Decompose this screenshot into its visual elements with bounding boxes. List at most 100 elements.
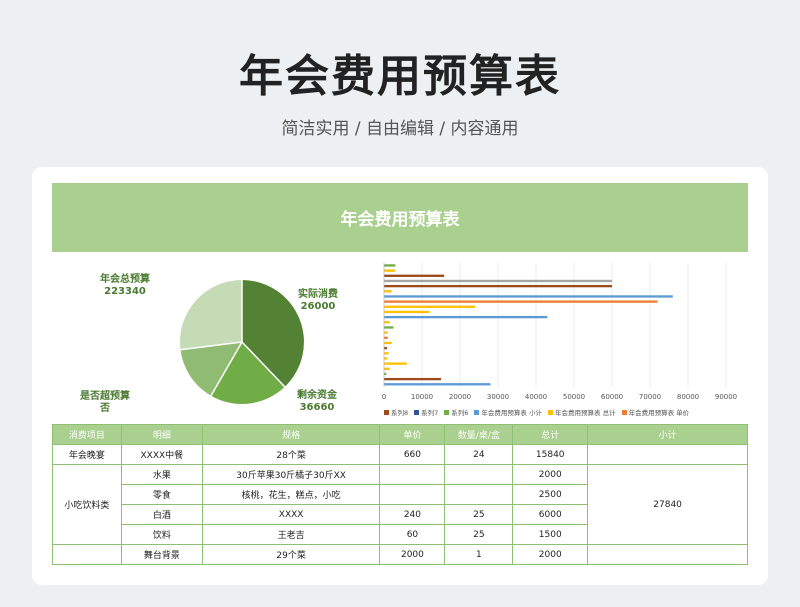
cell-price[interactable]: 660 [379, 444, 446, 465]
cell-price[interactable]: 240 [379, 504, 446, 525]
cell-price[interactable]: 2000 [379, 544, 446, 565]
cell-spec[interactable]: 30斤苹果30斤橘子30斤XX [201, 464, 381, 485]
legend-swatch [384, 409, 389, 415]
bar [384, 383, 491, 386]
cell-spec[interactable]: 28个菜 [201, 444, 381, 465]
bar [384, 295, 673, 298]
legend-swatch [474, 409, 480, 415]
x-tick-label: 40000 [525, 393, 547, 401]
cell-spec[interactable]: 29个菜 [201, 544, 381, 565]
cell-detail[interactable]: 零食 [120, 484, 203, 505]
cell-detail[interactable]: 白酒 [120, 504, 203, 525]
bar [384, 367, 390, 370]
bar-chart-legend: 系列8 系列7 系列6 年会费用预算表 小计 年会费用预算表 总计 年会费用预算表 单价 [384, 406, 754, 418]
cell-price[interactable] [379, 484, 446, 505]
cell-detail[interactable]: 水果 [120, 464, 203, 485]
sheet-card: 年会费用预算表 年会总预算 223340 实际消费 26000 剩余资金 36660 … [32, 167, 768, 585]
bar [384, 336, 388, 339]
bar [384, 310, 430, 314]
cell-spec[interactable]: 王老吉 [201, 524, 381, 545]
bar-chart-area: 0 10000 20000 30000 40000 50000 60000 70000 8000… [350, 259, 750, 419]
bar [384, 315, 548, 319]
legend-item: 系列6 [444, 407, 468, 417]
cell-item[interactable]: 小吃饮料类 [52, 464, 122, 545]
legend-item: 年会费用预算表 单价 [621, 407, 690, 417]
budget-table: 消费项目 明细 规格 单价 数量/桌/盒 总计 小计 年会晚宴 XXXX中餐 2… [52, 424, 748, 565]
cell-total[interactable]: 2500 [512, 484, 589, 505]
header-detail: 明细 [120, 424, 203, 445]
bar [384, 352, 389, 355]
bar [384, 341, 392, 345]
bar [384, 362, 407, 365]
legend-swatch [548, 409, 553, 415]
page-subtitle: 简洁实用 / 自由编辑 / 内容通用 [281, 119, 519, 139]
bar [384, 300, 658, 303]
pie-slice-pale [180, 280, 242, 350]
header-qty: 数量/桌/盒 [444, 424, 514, 445]
legend-item: 年会费用预算表 总计 [548, 407, 616, 417]
table-row: 舞台背景 29个菜 2000 1 2000 [52, 544, 748, 565]
legend-swatch [414, 409, 420, 415]
cell-subtotal[interactable]: 27840 [587, 464, 748, 545]
cell-detail[interactable]: 饮料 [120, 524, 203, 545]
cell-qty[interactable]: 1 [444, 544, 514, 565]
bar [384, 326, 394, 329]
cell-qty[interactable]: 25 [444, 524, 514, 545]
legend-label: 年会费用预算表 总计 [555, 409, 616, 417]
legend-item: 系列8 [384, 407, 408, 417]
x-tick-label: 30000 [487, 393, 509, 401]
legend-label: 系列8 [391, 409, 409, 417]
x-tick-label: 90000 [715, 393, 737, 401]
legend-item: 系列7 [414, 407, 438, 417]
x-tick-label: 20000 [449, 393, 471, 401]
cell-total[interactable]: 1500 [512, 524, 589, 545]
cell-qty[interactable] [444, 484, 514, 505]
bar [384, 279, 612, 283]
pie-chart-area: 年会总预算 223340 实际消费 26000 剩余资金 36660 是否超预算否 [52, 262, 352, 422]
sheet-header: 年会费用预算表 [52, 183, 748, 252]
pie-label-actual-spend: 实际消费 26000 [298, 289, 338, 312]
table-row: 小吃饮料类 水果 30斤苹果30斤橘子30斤XX 2000 27840 [52, 464, 748, 545]
legend-label: 系列6 [451, 409, 469, 417]
legend-label: 年会费用预算表 单价 [628, 409, 690, 417]
cell-qty[interactable] [444, 464, 514, 485]
cell-price[interactable] [379, 464, 446, 485]
cell-spec[interactable]: 核桃，花生，糕点，小吃 [201, 484, 381, 505]
bar [384, 321, 390, 324]
cell-total[interactable]: 6000 [512, 504, 589, 525]
bar [384, 305, 476, 308]
legend-label: 年会费用预算表 小计 [481, 409, 542, 417]
pie-label-total-budget: 年会总预算 223340 [100, 274, 150, 297]
cell-qty[interactable]: 24 [444, 444, 514, 465]
bar-chart: 0 10000 20000 30000 40000 50000 60000 70000 8000… [382, 263, 737, 401]
bar [384, 274, 445, 277]
cell-subtotal[interactable] [587, 444, 748, 465]
header-spec: 规格 [201, 424, 381, 445]
x-tick-label: 10000 [411, 393, 433, 401]
cell-item[interactable]: 年会晚宴 [52, 444, 122, 465]
header-item: 消费项目 [52, 424, 122, 445]
header-price: 单价 [379, 424, 446, 445]
cell-detail[interactable]: XXXX中餐 [120, 444, 203, 465]
pie-label-remaining: 剩余资金 36660 [297, 390, 337, 413]
cell-spec[interactable]: XXXX [201, 504, 381, 525]
cell-total[interactable]: 15840 [512, 444, 589, 465]
bar [384, 331, 388, 334]
bar [384, 284, 612, 288]
cell-item[interactable] [52, 544, 122, 565]
bar [384, 264, 396, 267]
pie-label-over-budget: 是否超预算否 [80, 391, 130, 414]
cell-detail[interactable]: 舞台背景 [120, 544, 203, 565]
legend-swatch [621, 409, 627, 415]
cell-qty[interactable]: 25 [444, 504, 514, 525]
bar [384, 357, 388, 360]
cell-total[interactable]: 2000 [512, 464, 589, 485]
cell-total[interactable]: 2000 [512, 544, 589, 565]
cell-price[interactable]: 60 [379, 524, 446, 545]
header-total: 总计 [512, 424, 589, 445]
bar [384, 269, 396, 272]
bar [384, 290, 392, 293]
x-tick-label: 0 [382, 393, 386, 401]
cell-subtotal[interactable] [587, 544, 748, 565]
header-subtotal: 小计 [587, 424, 748, 445]
